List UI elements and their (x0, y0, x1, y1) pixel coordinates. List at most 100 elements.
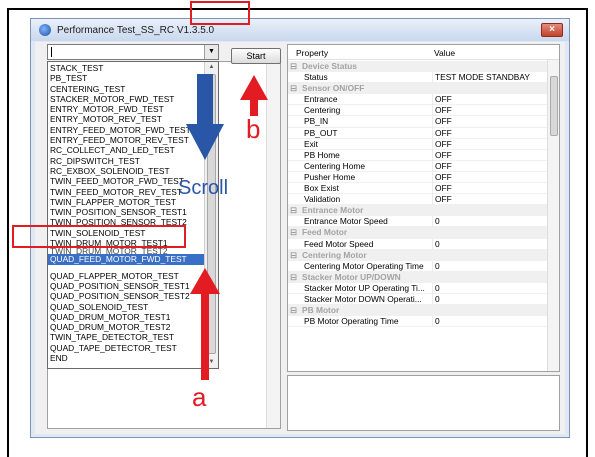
property-row[interactable]: PB_IN OFF (288, 116, 547, 128)
app-icon (39, 24, 51, 36)
chevron-down-icon[interactable]: ▼ (204, 45, 218, 59)
figure-frame-top (7, 8, 588, 10)
dropdown-item[interactable]: ENTRY_MOTOR_REV_TEST (48, 114, 204, 124)
description-panel (287, 375, 560, 431)
dropdown-item[interactable]: QUAD_SOLENOID_TEST (48, 302, 204, 312)
property-grid-scrollbar[interactable] (547, 60, 559, 371)
dropdown-item[interactable]: CENTERING_TEST (48, 84, 204, 94)
collapse-icon[interactable]: ⊟ (290, 205, 300, 216)
test-select-combo[interactable]: ▼ (47, 44, 219, 60)
window-title: Performance Test_SS_RC V1.3.5.0 (57, 24, 215, 36)
figure-frame-right (586, 8, 588, 457)
property-name: Entrance (304, 94, 338, 105)
dropdown-item-selected[interactable]: QUAD_FEED_MOTOR_FWD_TEST (48, 254, 204, 265)
property-rows: ⊟ Device Status Status TEST MODE STANDBAY ⊟ S… (288, 61, 547, 328)
property-value: OFF (432, 194, 544, 206)
dropdown-item[interactable]: ENTRY_MOTOR_FWD_TEST (48, 104, 204, 114)
dropdown-scrollbar[interactable]: ▲ ▼ (204, 62, 218, 368)
category-label: Feed Motor (302, 227, 348, 238)
collapse-icon[interactable]: ⊟ (290, 305, 300, 316)
dropdown-item[interactable]: RC_COLLECT_AND_LED_TEST (48, 145, 204, 155)
property-value: 0 (432, 282, 544, 294)
property-scroll-thumb[interactable] (550, 76, 558, 136)
dropdown-item[interactable]: QUAD_POSITION_SENSOR_TEST2 (48, 291, 204, 301)
property-value: OFF (432, 105, 544, 117)
property-row[interactable]: PB Home OFF (288, 149, 547, 161)
property-row[interactable]: Pusher Home OFF (288, 171, 547, 184)
property-category[interactable]: ⊟ Feed Motor (288, 227, 547, 239)
scroll-up-icon[interactable]: ▲ (205, 62, 218, 73)
dropdown-item[interactable]: ENTRY_FEED_MOTOR_FWD_TEST (48, 125, 204, 135)
property-value: OFF (432, 160, 544, 172)
property-category[interactable]: ⊟ Stacker Motor UP/DOWN (288, 271, 547, 283)
header-property: Property (296, 48, 329, 58)
collapse-icon[interactable]: ⊟ (290, 83, 300, 94)
property-row[interactable]: Validation OFF (288, 194, 547, 206)
dropdown-item[interactable]: STACK_TEST (48, 63, 204, 73)
dropdown-item[interactable]: END (48, 353, 204, 363)
annotation-box-selected-item (12, 225, 186, 248)
property-row[interactable]: PB Motor Operating Time 0 (288, 316, 547, 328)
collapse-icon[interactable]: ⊟ (290, 61, 300, 72)
property-value: OFF (432, 149, 544, 161)
test-dropdown-list[interactable]: STACK_TEST PB_TEST CENTERING_TEST STACKER_M… (47, 61, 219, 369)
property-value: 0 (432, 316, 544, 328)
property-value: 0 (432, 216, 544, 228)
dropdown-item[interactable]: QUAD_DRUM_MOTOR_TEST1 (48, 312, 204, 322)
property-value: OFF (432, 94, 544, 106)
annotation-box-start (190, 1, 250, 25)
collapse-icon[interactable]: ⊟ (290, 250, 300, 261)
property-name: Feed Motor Speed (304, 238, 374, 249)
dropdown-items: STACK_TEST PB_TEST CENTERING_TEST STACKER_M… (48, 63, 204, 363)
property-name: Box Exist (304, 183, 339, 194)
property-row[interactable]: Stacker Motor UP Operating Ti... 0 (288, 282, 547, 294)
property-row[interactable]: PB_OUT OFF (288, 127, 547, 139)
dropdown-item[interactable]: QUAD_FLAPPER_MOTOR_TEST (48, 271, 204, 281)
collapse-icon[interactable]: ⊟ (290, 227, 300, 238)
dropdown-item[interactable]: QUAD_TAPE_DETECTOR_TEST (48, 343, 204, 353)
scroll-down-icon[interactable]: ▼ (205, 357, 218, 368)
property-row[interactable]: Centering Motor Operating Time 0 (288, 260, 547, 272)
property-row[interactable]: Box Exist OFF (288, 183, 547, 195)
property-row[interactable]: Feed Motor Speed 0 (288, 238, 547, 250)
property-row[interactable]: Centering Home OFF (288, 160, 547, 172)
category-label: Centering Motor (302, 249, 367, 260)
header-value: Value (434, 48, 456, 58)
start-button[interactable]: Start (231, 48, 281, 64)
dropdown-item[interactable]: PB_TEST (48, 73, 204, 83)
category-label: Device Status (302, 61, 357, 71)
property-value: OFF (432, 171, 544, 184)
dropdown-item[interactable]: ENTRY_FEED_MOTOR_REV_TEST (48, 135, 204, 145)
property-value: 0 (432, 260, 544, 272)
title-bar: Performance Test_SS_RC V1.3.5.0 × (31, 19, 569, 41)
annotation-label-b: b (246, 114, 261, 144)
property-category[interactable]: ⊟ PB Motor (288, 305, 547, 317)
property-row[interactable]: Entrance Motor Speed 0 (288, 216, 547, 228)
collapse-icon[interactable]: ⊟ (290, 272, 300, 283)
dropdown-item[interactable]: STACKER_MOTOR_FWD_TEST (48, 94, 204, 104)
dropdown-item[interactable]: TWIN_POSITION_SENSOR_TEST1 (48, 207, 204, 217)
dropdown-item[interactable]: RC_DIPSWITCH_TEST (48, 156, 204, 166)
dropdown-item[interactable]: QUAD_DRUM_MOTOR_TEST2 (48, 322, 204, 332)
property-row[interactable]: Stacker Motor DOWN Operati... 0 (288, 293, 547, 306)
dropdown-item[interactable]: RC_EXBOX_SOLENOID_TEST (48, 166, 204, 176)
property-category[interactable]: ⊟ Sensor ON/OFF (288, 83, 547, 95)
property-row[interactable]: Status TEST MODE STANDBAY (288, 72, 547, 84)
property-category[interactable]: ⊟ Device Status (288, 61, 547, 73)
property-value: 0 (432, 238, 544, 250)
category-label: Entrance Motor (302, 205, 364, 216)
dropdown-scroll-thumb[interactable] (207, 74, 216, 354)
figure-frame-left (7, 8, 9, 457)
annotation-label-a: a (192, 382, 207, 412)
close-button[interactable]: × (541, 23, 563, 37)
property-category[interactable]: ⊟ Entrance Motor (288, 205, 547, 217)
property-row[interactable]: Entrance OFF (288, 94, 547, 106)
property-row[interactable]: Exit OFF (288, 138, 547, 150)
dropdown-item[interactable]: TWIN_TAPE_DETECTOR_TEST (48, 332, 204, 342)
dropdown-item[interactable]: QUAD_POSITION_SENSOR_TEST1 (48, 281, 204, 291)
property-name: PB Motor Operating Time (304, 316, 399, 327)
property-category[interactable]: ⊟ Centering Motor (288, 249, 547, 261)
test-list-scrollbar[interactable] (266, 62, 280, 428)
property-row[interactable]: Centering OFF (288, 105, 547, 117)
property-name: PB_OUT (304, 127, 338, 138)
